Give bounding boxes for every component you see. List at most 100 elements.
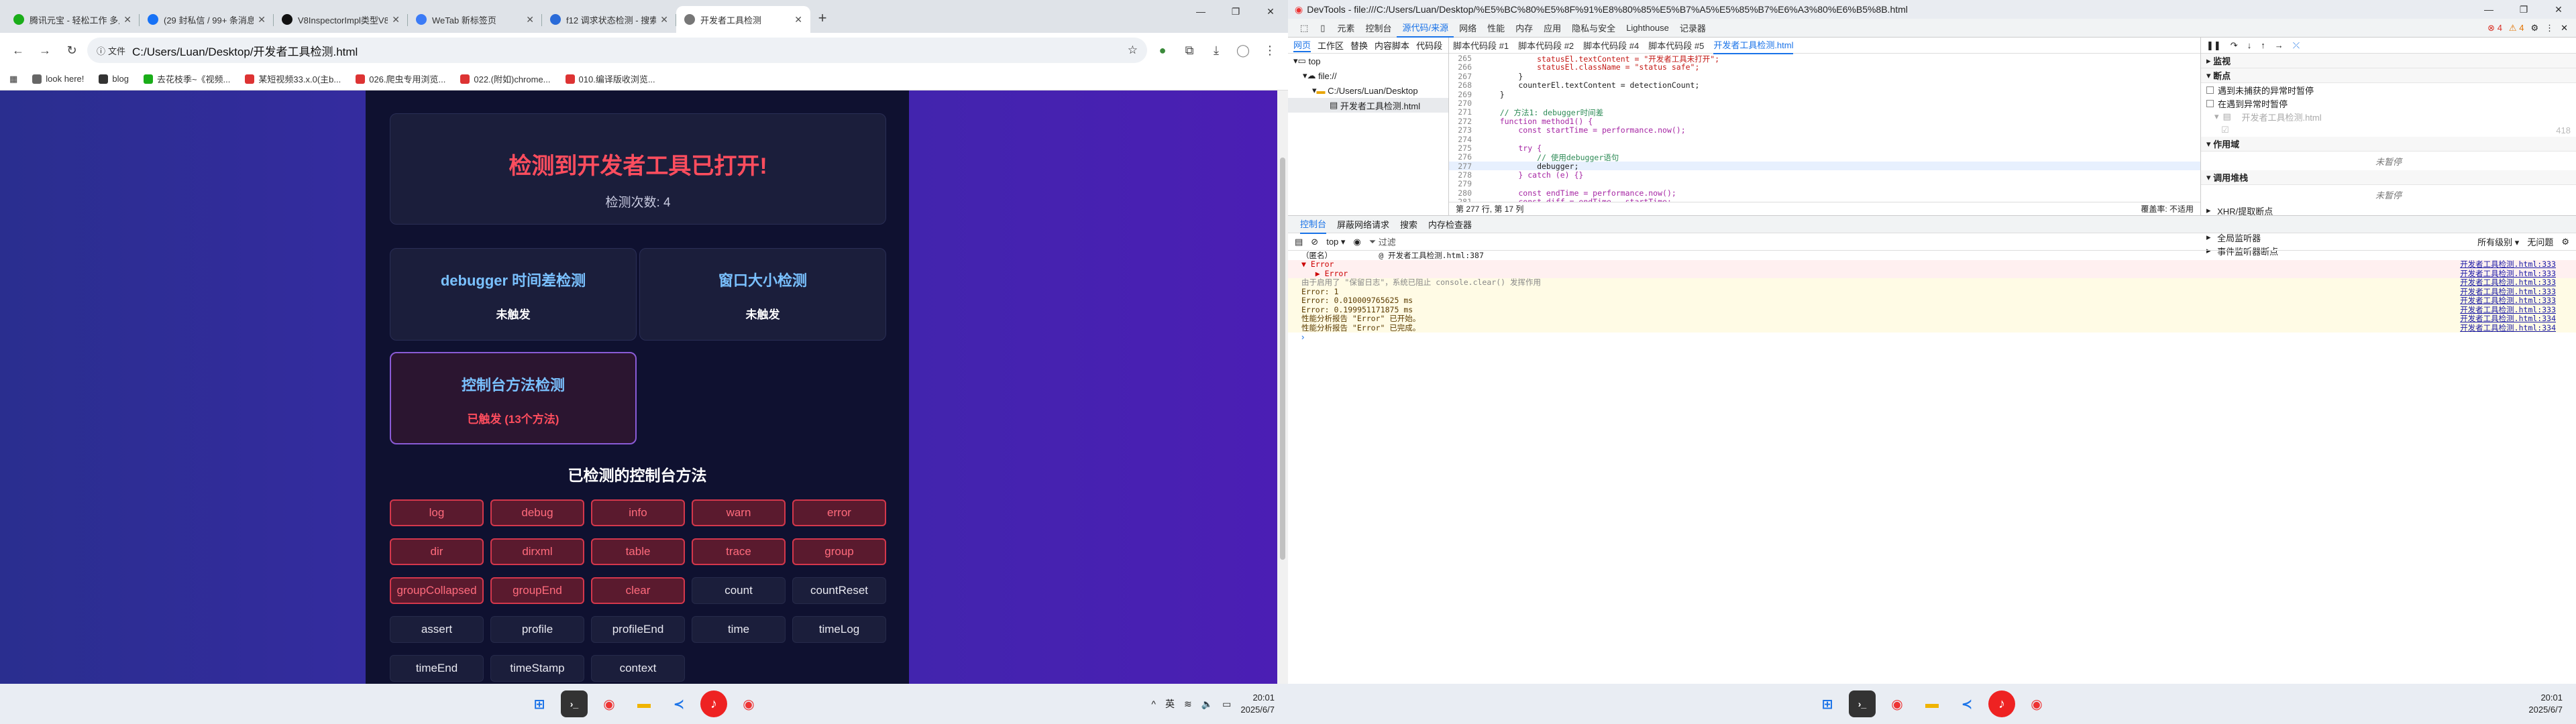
browser-tab[interactable]: (29 封私信 / 99+ 条消息) 知乎 ✕ — [140, 6, 274, 33]
code-line[interactable]: 268 counterEl.textContent = detectionCou… — [1449, 80, 2200, 90]
console-message[interactable]: 性能分析报告 "Error" 已完成。 开发者工具检测.html:334 — [1288, 323, 2576, 333]
editor-tab[interactable]: 脚本代码段 #1 — [1453, 39, 1509, 52]
reload-icon[interactable]: ↻ — [60, 39, 83, 62]
bookmark-item[interactable]: blog — [99, 74, 129, 84]
address-text[interactable]: C:/Users/Luan/Desktop/开发者工具检测.html — [132, 42, 358, 59]
chrome-icon[interactable]: ◉ — [1884, 690, 1911, 717]
code-line[interactable]: 271 // 方法1: debugger时间差 — [1449, 107, 2200, 117]
tab-close-icon[interactable]: ✕ — [258, 14, 266, 25]
code-editor[interactable]: 脚本代码段 #1 脚本代码段 #2 脚本代码段 #4 脚本代码段 #5 开发者工具检测.… — [1449, 38, 2200, 215]
line-number[interactable]: 270 — [1449, 99, 1481, 108]
code-line[interactable]: 266 statusEl.className = "status safe"; — [1449, 62, 2200, 72]
browser-tab[interactable]: f12 调求状态检测 - 搜索 ✕ — [542, 6, 676, 33]
source-link[interactable]: 开发者工具检测.html:334 — [2460, 322, 2556, 333]
tree-top[interactable]: ▾ ▭ top — [1288, 54, 1448, 68]
line-number[interactable]: 267 — [1449, 72, 1481, 81]
windows-start-icon[interactable]: ⊞ — [526, 690, 553, 717]
wifi-icon[interactable]: ≋ — [1184, 699, 1192, 710]
error-count-badge[interactable]: ⊗ 4 — [2487, 23, 2502, 34]
console-message[interactable]: （匿名） @ 开发者工具检测.html:387 — [1288, 251, 2576, 260]
line-number[interactable]: 271 — [1449, 107, 1481, 117]
browser-tab[interactable]: 腾讯元宝 - 轻松工作 多点生活 ✕ — [5, 6, 140, 33]
code-line[interactable]: 273 const startTime = performance.now(); — [1449, 125, 2200, 135]
devtools-tab[interactable]: Lighthouse — [1621, 19, 1674, 38]
bookmark-item[interactable]: 022.(附如)chrome... — [460, 72, 551, 85]
filter-input[interactable]: ⏷ 过滤 — [1369, 235, 2469, 249]
line-number[interactable]: 275 — [1449, 143, 1481, 153]
editor-tab[interactable]: 脚本代码段 #2 — [1518, 39, 1574, 52]
console-message[interactable]: Error: 1 开发者工具检测.html:333 — [1288, 287, 2576, 296]
windows-start-icon[interactable]: ⊞ — [1814, 690, 1841, 717]
editor-tab[interactable]: 脚本代码段 #4 — [1583, 39, 1639, 52]
editor-tab[interactable]: 开发者工具检测.html — [1713, 36, 1794, 54]
new-tab-button[interactable]: + — [810, 6, 835, 30]
pause-caught-option[interactable]: 在遇到异常时暂停 — [2201, 97, 2576, 110]
back-icon[interactable]: ← — [7, 39, 30, 62]
apps-icon[interactable]: ▦ — [9, 74, 17, 84]
tree-html-file[interactable]: ▤ 开发者工具检测.html — [1288, 98, 1448, 113]
line-number[interactable]: 266 — [1449, 62, 1481, 72]
maximize-icon[interactable]: ❐ — [2506, 0, 2541, 21]
volume-icon[interactable]: 🔈 — [1201, 699, 1213, 710]
bookmark-star-icon[interactable]: ☆ — [1128, 44, 1138, 57]
step-icon[interactable]: → — [2275, 40, 2284, 50]
deactivate-breakpoints-icon[interactable]: ⤫ — [2293, 40, 2300, 51]
tab-close-icon[interactable]: ✕ — [392, 14, 400, 25]
tab-close-icon[interactable]: ✕ — [526, 14, 534, 25]
console-message[interactable]: Error: 0.010009765625 ms 开发者工具检测.html:333 — [1288, 296, 2576, 305]
browser-tab[interactable]: 开发者工具检测 ✕ — [676, 6, 810, 33]
tray-expand-icon[interactable]: ^ — [1151, 699, 1156, 709]
tab-close-icon[interactable]: ✕ — [660, 14, 668, 25]
pause-icon[interactable]: ❚❚ — [2206, 40, 2221, 51]
bookmark-item[interactable]: 026.爬虫专用浏览... — [356, 72, 445, 85]
code-line[interactable]: 279 — [1449, 179, 2200, 188]
code-line[interactable]: 275 try { — [1449, 143, 2200, 153]
device-toggle-icon[interactable]: ▯ — [1315, 19, 1330, 38]
levels-dropdown[interactable]: 所有级别 ▾ — [2477, 235, 2519, 248]
bookmark-item[interactable]: look here! — [32, 74, 84, 84]
terminal-icon[interactable]: ›_ — [1849, 690, 1876, 717]
bookmark-item[interactable]: 去花枝季~《视频... — [143, 72, 230, 85]
line-number[interactable]: 279 — [1449, 179, 1481, 188]
clock[interactable]: 20:01 2025/6/7 — [1240, 692, 1275, 716]
editor-tab[interactable]: 脚本代码段 #5 — [1648, 39, 1704, 52]
file-explorer-icon[interactable]: ▬ — [631, 690, 657, 717]
tab-close-icon[interactable]: ✕ — [123, 14, 131, 25]
line-number[interactable]: 274 — [1449, 135, 1481, 144]
code-line[interactable]: 267 } — [1449, 72, 2200, 81]
code-line[interactable]: 265 statusEl.textContent = "开发者工具未打开"; — [1449, 54, 2200, 64]
clear-console-icon[interactable]: ⊘ — [1311, 237, 1318, 247]
devtools-tab[interactable]: 元素 — [1332, 19, 1360, 38]
scope-section[interactable]: ▾ 作用域 — [2201, 137, 2576, 152]
line-number[interactable]: 268 — [1449, 80, 1481, 90]
bookmark-item[interactable]: 010.编译版收浏览... — [565, 72, 655, 85]
maximize-icon[interactable]: ❐ — [1218, 0, 1253, 23]
code-line[interactable]: 280 const endTime = performance.now(); — [1449, 188, 2200, 198]
chrome-icon[interactable]: ◉ — [596, 690, 623, 717]
console-tab[interactable]: 搜索 — [1400, 218, 1417, 231]
breakpoint-entry[interactable]: ☑ 418 — [2201, 123, 2576, 137]
code-lines[interactable]: 265 statusEl.textContent = "开发者工具未打开"; 26… — [1449, 54, 2200, 215]
netease-music-icon[interactable]: ♪ — [1988, 690, 2015, 717]
line-number[interactable]: 269 — [1449, 90, 1481, 99]
warning-count-badge[interactable]: ⚠ 4 — [2509, 23, 2524, 34]
code-line[interactable]: 274 — [1449, 135, 2200, 144]
code-line[interactable]: 270 — [1449, 99, 2200, 108]
eye-icon[interactable]: ◉ — [1353, 237, 1360, 247]
step-over-icon[interactable]: ↷ — [2231, 40, 2238, 51]
tree-folder[interactable]: ▾ ▬ C:/Users/Luan/Desktop — [1288, 83, 1448, 98]
ime-indicator[interactable]: 英 — [1165, 697, 1175, 711]
line-number[interactable]: 265 — [1449, 54, 1481, 63]
devtools-tab[interactable]: 隐私与安全 — [1566, 19, 1621, 38]
sidebar-toggle-icon[interactable]: ▤ — [1295, 237, 1303, 247]
code-line[interactable]: 269 } — [1449, 90, 2200, 99]
code-line[interactable]: 278 } catch (e) {} — [1449, 170, 2200, 180]
line-number[interactable]: 276 — [1449, 152, 1481, 162]
download-icon[interactable]: ⤓ — [1205, 39, 1228, 62]
line-number[interactable]: 277 — [1449, 162, 1481, 171]
navigator-tab[interactable]: 内容脚本 — [1375, 39, 1409, 52]
profile-avatar[interactable]: ◯ — [1232, 39, 1254, 62]
code-line[interactable]: 272 function method1() { — [1449, 117, 2200, 126]
callstack-section[interactable]: ▾ 调用堆栈 — [2201, 170, 2576, 185]
line-number[interactable]: 278 — [1449, 170, 1481, 180]
